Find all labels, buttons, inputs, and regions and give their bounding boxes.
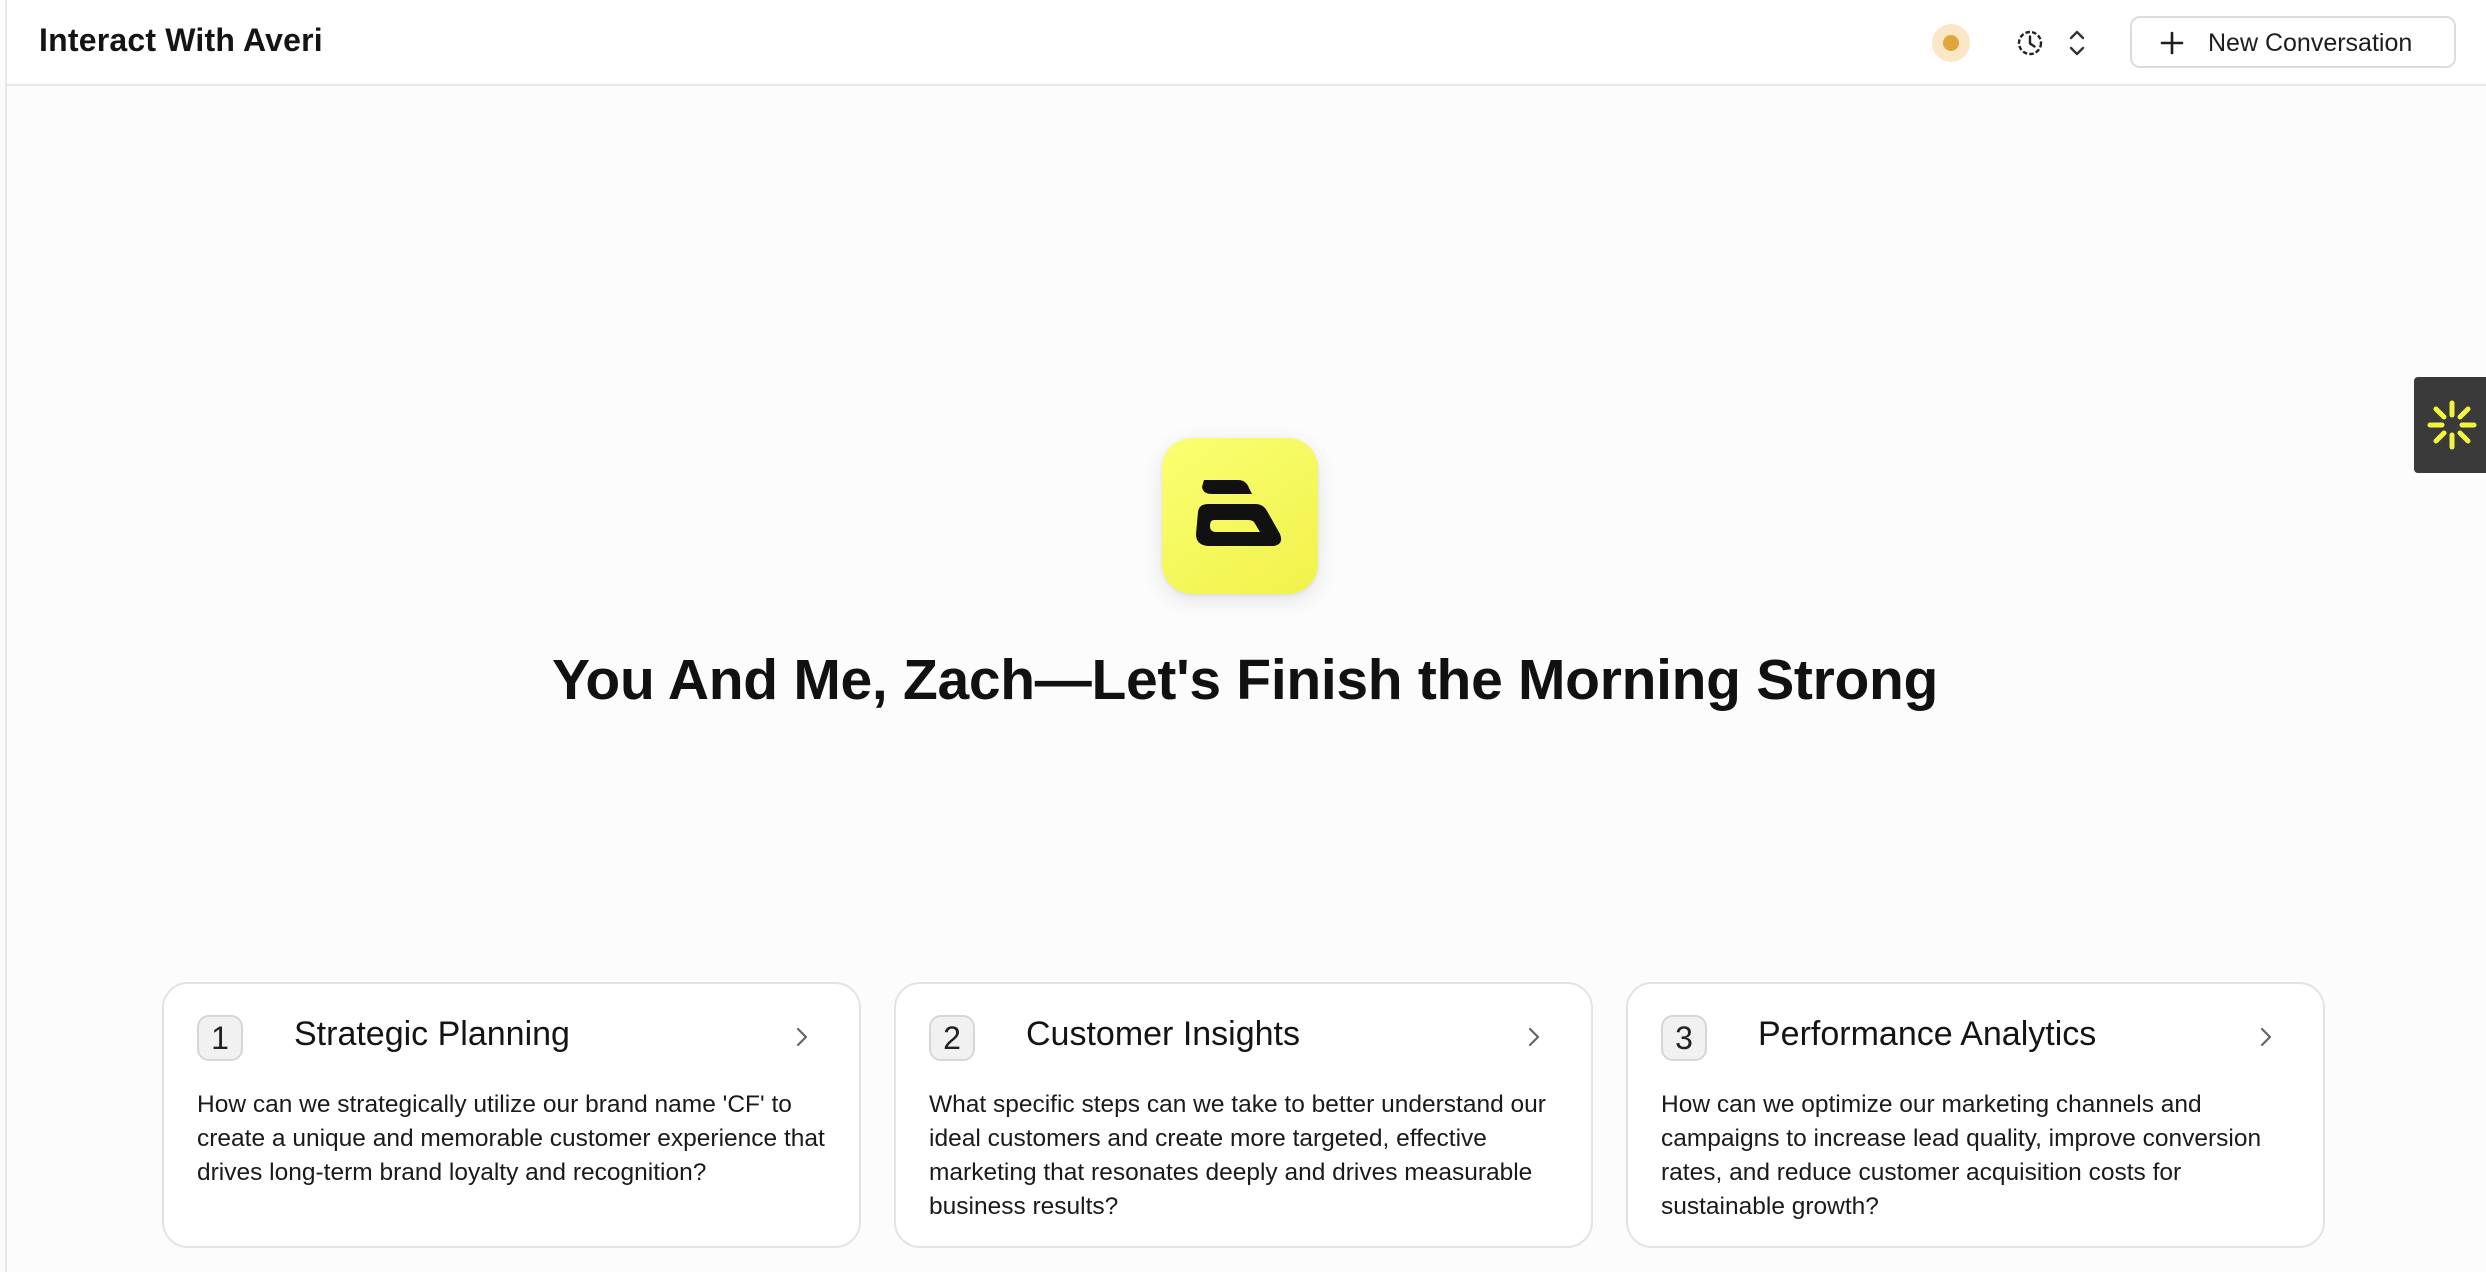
status-dot-icon bbox=[1943, 35, 1959, 51]
hero-greeting: You And Me, Zach—Let's Finish the Mornin… bbox=[551, 648, 1939, 712]
card-number: 2 bbox=[929, 1015, 975, 1061]
chevron-right-icon bbox=[2260, 1027, 2272, 1047]
card-number: 1 bbox=[197, 1015, 243, 1061]
card-title: Strategic Planning bbox=[294, 1015, 570, 1053]
card-number: 3 bbox=[1661, 1015, 1707, 1061]
suggestion-card-strategic-planning[interactable]: 1 Strategic Planning How can we strategi… bbox=[162, 982, 861, 1248]
page-title: Interact With Averi bbox=[39, 22, 323, 58]
chevron-right-icon bbox=[796, 1027, 808, 1047]
history-clock-icon bbox=[2017, 30, 2043, 56]
card-description: What specific steps can we take to bette… bbox=[929, 1091, 1546, 1220]
sparkle-burst-icon bbox=[2427, 400, 2477, 450]
history-button[interactable] bbox=[2007, 24, 2095, 62]
chevron-up-down-icon bbox=[2069, 30, 2085, 56]
new-conversation-button[interactable]: New Conversation bbox=[2130, 16, 2456, 68]
averi-logo bbox=[1162, 438, 1318, 594]
header-bar: Interact With Averi New Conversation bbox=[7, 0, 2486, 86]
averi-logo-icon bbox=[1196, 480, 1282, 546]
app-frame: Interact With Averi New Conversation You… bbox=[5, 0, 2486, 1272]
card-title: Customer Insights bbox=[1026, 1015, 1300, 1053]
card-description: How can we strategically utilize our bra… bbox=[197, 1091, 825, 1186]
status-indicator bbox=[1932, 24, 1970, 62]
card-description: How can we optimize our marketing channe… bbox=[1661, 1091, 2262, 1220]
side-assistant-tab[interactable] bbox=[2414, 377, 2486, 473]
chevron-right-icon bbox=[1528, 1027, 1540, 1047]
suggestion-card-customer-insights[interactable]: 2 Customer Insights What specific steps … bbox=[894, 982, 1593, 1248]
suggestion-card-performance-analytics[interactable]: 3 Performance Analytics How can we optim… bbox=[1626, 982, 2325, 1248]
plus-icon bbox=[2160, 31, 2184, 55]
new-conversation-label: New Conversation bbox=[2208, 29, 2413, 57]
card-title: Performance Analytics bbox=[1758, 1015, 2097, 1053]
